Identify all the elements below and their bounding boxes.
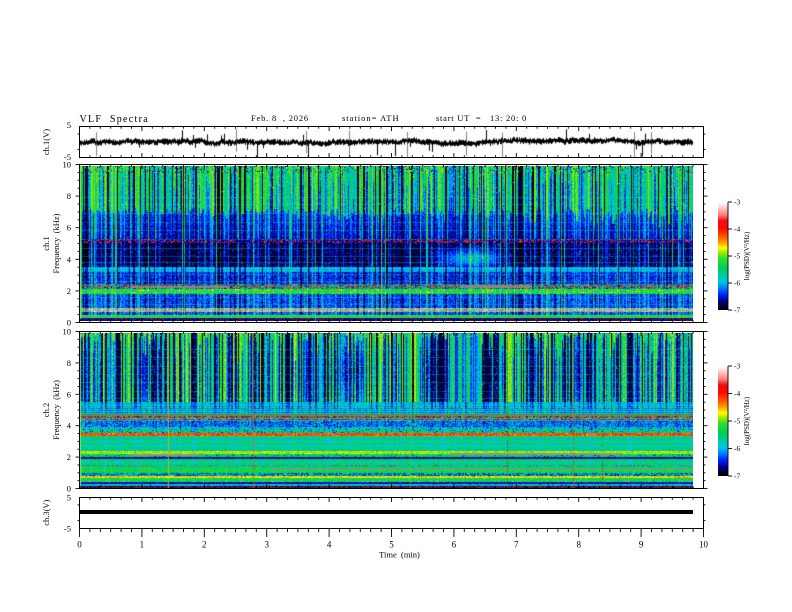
svg-text:log(PSD)(V²/Hz): log(PSD)(V²/Hz) (743, 231, 751, 280)
svg-text:log(PSD)(V²/Hz): log(PSD)(V²/Hz) (743, 396, 751, 445)
svg-text:6: 6 (67, 223, 71, 233)
svg-text:1: 1 (140, 540, 145, 550)
svg-text:4: 4 (327, 540, 332, 550)
svg-text:0: 0 (77, 540, 82, 550)
svg-text:-4: -4 (734, 225, 740, 234)
svg-text:8: 8 (67, 358, 71, 368)
svg-text:-5: -5 (64, 523, 71, 533)
svg-text:8: 8 (576, 540, 581, 550)
svg-text:station= ATH: station= ATH (342, 113, 400, 123)
svg-text:Feb. 8 , 2026: Feb. 8 , 2026 (251, 113, 309, 123)
svg-text:10: 10 (699, 540, 709, 550)
svg-text:-4: -4 (734, 389, 740, 398)
svg-text:-5: -5 (734, 417, 740, 426)
svg-text:ch.3(V): ch.3(V) (41, 499, 51, 525)
svg-text:Frequency (kHz): Frequency (kHz) (51, 213, 61, 273)
svg-text:9: 9 (639, 540, 644, 550)
svg-text:-6: -6 (734, 279, 740, 288)
svg-text:-7: -7 (734, 306, 740, 315)
svg-text:2: 2 (202, 540, 207, 550)
svg-text:5: 5 (389, 540, 394, 550)
svg-text:start UT = 13: 20: 0: start UT = 13: 20: 0 (436, 113, 527, 123)
svg-text:-5: -5 (734, 252, 740, 261)
svg-text:7: 7 (514, 540, 519, 550)
svg-text:Frequency (kHz): Frequency (kHz) (51, 380, 61, 440)
svg-text:Time (min): Time (min) (379, 550, 420, 560)
svg-text:6: 6 (67, 389, 71, 399)
svg-text:ch.2: ch.2 (41, 403, 51, 417)
svg-text:2: 2 (67, 286, 71, 296)
svg-text:10: 10 (63, 327, 72, 337)
svg-text:-3: -3 (734, 362, 740, 371)
svg-text:ch.1(V): ch.1(V) (41, 129, 51, 155)
svg-text:4: 4 (67, 421, 72, 431)
svg-text:2: 2 (67, 452, 71, 462)
svg-text:5: 5 (67, 492, 71, 502)
svg-text:4: 4 (67, 254, 72, 264)
svg-text:10: 10 (63, 160, 72, 170)
svg-text:ch.1: ch.1 (41, 236, 51, 250)
svg-text:-3: -3 (734, 198, 740, 207)
svg-text:3: 3 (264, 540, 269, 550)
svg-text:-6: -6 (734, 444, 740, 453)
svg-text:-7: -7 (734, 472, 740, 481)
svg-text:VLF Spectra: VLF Spectra (80, 114, 149, 125)
svg-text:6: 6 (452, 540, 457, 550)
svg-text:8: 8 (67, 191, 71, 201)
svg-text:5: 5 (67, 120, 71, 130)
